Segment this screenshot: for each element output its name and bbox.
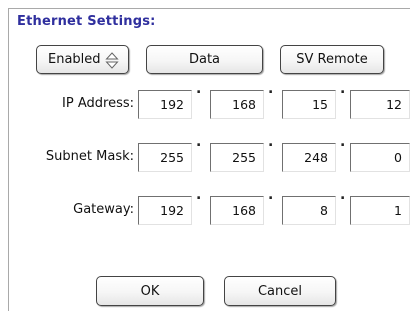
octet-separator: .	[196, 187, 202, 203]
ip-address-octet-4[interactable]: 12	[350, 90, 410, 119]
octet-separator: .	[340, 81, 346, 97]
cancel-button[interactable]: Cancel	[224, 276, 336, 306]
ip-address-octet-1[interactable]: 192	[138, 90, 192, 119]
octet-separator: .	[268, 81, 274, 97]
section-title: Ethernet Settings:	[17, 14, 156, 29]
ip-address-octet-3[interactable]: 15	[282, 90, 336, 119]
sv-remote-button[interactable]: SV Remote	[280, 45, 384, 74]
gateway-octet-1[interactable]: 192	[138, 196, 192, 225]
up-down-arrows-icon	[105, 52, 119, 69]
gateway-octet-2[interactable]: 168	[210, 196, 264, 225]
data-button[interactable]: Data	[146, 45, 263, 74]
gateway-octet-4[interactable]: 1	[350, 196, 410, 225]
octet-separator: .	[196, 81, 202, 97]
ip-address-label: IP Address:	[62, 96, 134, 111]
octet-separator: .	[268, 134, 274, 150]
subnet-mask-octet-3[interactable]: 248	[282, 143, 336, 172]
octet-separator: .	[268, 187, 274, 203]
octet-separator: .	[196, 134, 202, 150]
subnet-mask-octet-2[interactable]: 255	[210, 143, 264, 172]
mode-select[interactable]: Enabled	[36, 45, 129, 74]
mode-select-value: Enabled	[48, 52, 101, 67]
subnet-mask-octet-1[interactable]: 255	[138, 143, 192, 172]
subnet-mask-label: Subnet Mask:	[45, 149, 134, 164]
gateway-octet-3[interactable]: 8	[282, 196, 336, 225]
subnet-mask-octet-4[interactable]: 0	[350, 143, 410, 172]
gateway-label: Gateway:	[73, 202, 134, 217]
ok-button[interactable]: OK	[96, 276, 204, 306]
octet-separator: .	[340, 134, 346, 150]
octet-separator: .	[340, 187, 346, 203]
ip-address-octet-2[interactable]: 168	[210, 90, 264, 119]
